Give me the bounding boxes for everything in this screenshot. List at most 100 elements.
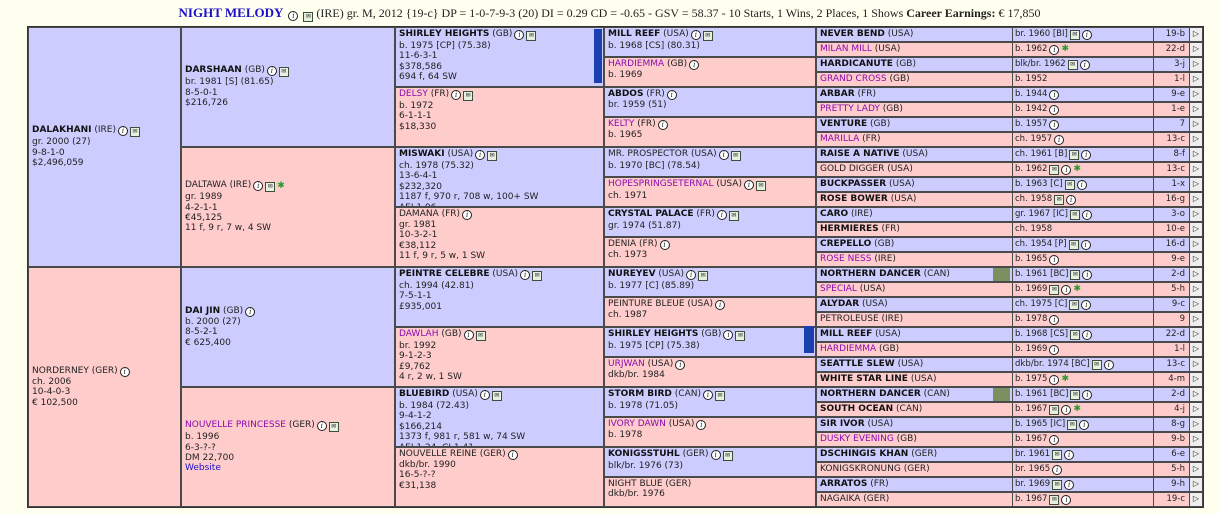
expand-arrow-icon[interactable]: ▷ bbox=[1189, 148, 1202, 161]
horse-name-link[interactable]: HERMIERES bbox=[820, 224, 879, 234]
mail-icon[interactable]: ✉ bbox=[735, 331, 746, 341]
info-icon[interactable]: i bbox=[1061, 164, 1072, 175]
expand-arrow-icon[interactable]: ▷ bbox=[1189, 328, 1202, 341]
mail-icon[interactable]: ✉ bbox=[1070, 269, 1081, 280]
mail-icon[interactable]: ✉ bbox=[265, 182, 276, 193]
horse-name-link[interactable]: NIGHT MELODY bbox=[179, 5, 284, 20]
horse-name-link[interactable]: MILL REEF bbox=[820, 329, 872, 339]
horse-name-link[interactable]: WHITE STAR LINE bbox=[820, 374, 908, 384]
mail-icon[interactable]: ✉ bbox=[698, 271, 709, 281]
mail-icon[interactable]: ✉ bbox=[702, 31, 713, 41]
horse-name-link[interactable]: MISWAKI bbox=[399, 149, 445, 159]
mail-icon[interactable]: ✉ bbox=[487, 151, 498, 161]
mail-icon[interactable]: ✉ bbox=[1069, 209, 1080, 220]
horse-name-link[interactable]: HARDICANUTE bbox=[820, 59, 893, 69]
horse-name-link[interactable]: ROSE BOWER bbox=[820, 194, 888, 204]
horse-name-link[interactable]: CRYSTAL PALACE bbox=[608, 209, 694, 219]
horse-name-link[interactable]: DALAKHANI bbox=[32, 125, 92, 135]
info-icon[interactable]: i bbox=[1082, 329, 1093, 340]
horse-name-link[interactable]: SHIRLEY HEIGHTS bbox=[399, 29, 489, 39]
info-icon[interactable]: i bbox=[690, 30, 701, 40]
horse-name-link[interactable]: KONIGSSTUHL bbox=[608, 449, 680, 459]
expand-arrow-icon[interactable]: ▷ bbox=[1189, 208, 1202, 221]
info-icon[interactable]: i bbox=[288, 11, 299, 21]
horse-name-link[interactable]: BLUEBIRD bbox=[399, 389, 449, 399]
horse-name-link[interactable]: HOPESPRINGSETERNAL bbox=[608, 179, 713, 189]
horse-name-link[interactable]: ABDOS bbox=[608, 89, 643, 99]
mail-icon[interactable]: ✉ bbox=[1052, 449, 1063, 460]
horse-name-link[interactable]: DALTAWA bbox=[185, 180, 227, 190]
info-icon[interactable]: i bbox=[1049, 314, 1060, 325]
expand-arrow-icon[interactable]: ▷ bbox=[1189, 433, 1202, 446]
horse-name-link[interactable]: SIR IVOR bbox=[820, 419, 865, 429]
info-icon[interactable]: i bbox=[657, 120, 668, 130]
mail-icon[interactable]: ✉ bbox=[303, 12, 314, 22]
expand-arrow-icon[interactable]: ▷ bbox=[1189, 403, 1202, 416]
mail-icon[interactable]: ✉ bbox=[728, 211, 739, 221]
mail-icon[interactable]: ✉ bbox=[1068, 239, 1079, 250]
info-icon[interactable]: i bbox=[1061, 404, 1072, 415]
expand-arrow-icon[interactable]: ▷ bbox=[1189, 418, 1202, 431]
horse-name-link[interactable]: CREPELLO bbox=[820, 239, 871, 249]
mail-icon[interactable]: ✉ bbox=[475, 331, 486, 341]
info-icon[interactable]: i bbox=[1064, 479, 1075, 490]
info-icon[interactable]: i bbox=[1079, 419, 1090, 430]
info-icon[interactable]: i bbox=[702, 390, 713, 400]
horse-name-link[interactable]: DARSHAAN bbox=[185, 65, 242, 75]
info-icon[interactable]: i bbox=[1049, 119, 1060, 130]
expand-arrow-icon[interactable]: ▷ bbox=[1189, 478, 1202, 491]
horse-name-link[interactable]: BUCKPASSER bbox=[820, 179, 886, 189]
expand-arrow-icon[interactable]: ▷ bbox=[1189, 253, 1202, 266]
website-link[interactable]: Website bbox=[185, 463, 391, 473]
expand-arrow-icon[interactable]: ▷ bbox=[1189, 178, 1202, 191]
info-icon[interactable]: i bbox=[475, 150, 486, 160]
info-icon[interactable]: i bbox=[1081, 149, 1092, 160]
horse-name-link[interactable]: IVORY DAWN bbox=[608, 419, 666, 429]
expand-arrow-icon[interactable]: ▷ bbox=[1189, 193, 1202, 206]
mail-icon[interactable]: ✉ bbox=[1069, 29, 1080, 40]
mail-icon[interactable]: ✉ bbox=[491, 391, 502, 401]
expand-arrow-icon[interactable]: ▷ bbox=[1189, 463, 1202, 476]
horse-name-link[interactable]: HARDIEMMA bbox=[608, 59, 664, 69]
expand-arrow-icon[interactable]: ▷ bbox=[1189, 163, 1202, 176]
info-icon[interactable]: i bbox=[245, 306, 256, 317]
mail-icon[interactable]: ✉ bbox=[129, 127, 140, 138]
horse-name-link[interactable]: DELSY bbox=[399, 89, 428, 99]
info-icon[interactable]: i bbox=[1081, 29, 1092, 40]
mail-icon[interactable]: ✉ bbox=[722, 451, 733, 461]
info-icon[interactable]: i bbox=[1081, 209, 1092, 220]
horse-name-link[interactable]: DSCHINGIS KHAN bbox=[820, 449, 908, 459]
horse-name-link[interactable]: SPECIAL bbox=[820, 284, 857, 294]
horse-name-link[interactable]: PEINTURE BLEUE bbox=[608, 299, 685, 309]
expand-arrow-icon[interactable]: ▷ bbox=[1189, 133, 1202, 146]
mail-icon[interactable]: ✉ bbox=[1069, 299, 1080, 310]
mail-icon[interactable]: ✉ bbox=[1064, 179, 1075, 190]
horse-name-link[interactable]: STORM BIRD bbox=[608, 389, 672, 399]
info-icon[interactable]: i bbox=[119, 366, 130, 377]
horse-name-link[interactable]: ALYDAR bbox=[820, 299, 859, 309]
info-icon[interactable]: i bbox=[316, 421, 327, 432]
expand-arrow-icon[interactable]: ▷ bbox=[1189, 28, 1202, 41]
mail-icon[interactable]: ✉ bbox=[1049, 164, 1060, 175]
info-icon[interactable]: i bbox=[451, 90, 462, 100]
info-icon[interactable]: i bbox=[696, 420, 707, 430]
expand-arrow-icon[interactable]: ▷ bbox=[1189, 223, 1202, 236]
horse-name-link[interactable]: PEINTRE CELEBRE bbox=[399, 269, 490, 279]
horse-name-link[interactable]: DAMANA bbox=[399, 209, 439, 219]
horse-name-link[interactable]: RAISE A NATIVE bbox=[820, 149, 900, 159]
horse-name-link[interactable]: KELTY bbox=[608, 119, 634, 129]
expand-arrow-icon[interactable]: ▷ bbox=[1189, 373, 1202, 386]
horse-name-link[interactable]: NUREYEV bbox=[608, 269, 656, 279]
info-icon[interactable]: i bbox=[253, 181, 264, 192]
mail-icon[interactable]: ✉ bbox=[755, 181, 766, 191]
horse-name-link[interactable]: ARRATOS bbox=[820, 479, 867, 489]
horse-name-link[interactable]: SOUTH OCEAN bbox=[820, 404, 893, 414]
mail-icon[interactable]: ✉ bbox=[526, 31, 537, 41]
info-icon[interactable]: i bbox=[715, 300, 726, 310]
info-icon[interactable]: i bbox=[266, 66, 277, 77]
info-icon[interactable]: i bbox=[1049, 44, 1060, 55]
mail-icon[interactable]: ✉ bbox=[1067, 419, 1078, 430]
info-icon[interactable]: i bbox=[743, 180, 754, 190]
horse-name-link[interactable]: NORTHERN DANCER bbox=[820, 269, 921, 279]
mail-icon[interactable]: ✉ bbox=[1070, 389, 1081, 400]
